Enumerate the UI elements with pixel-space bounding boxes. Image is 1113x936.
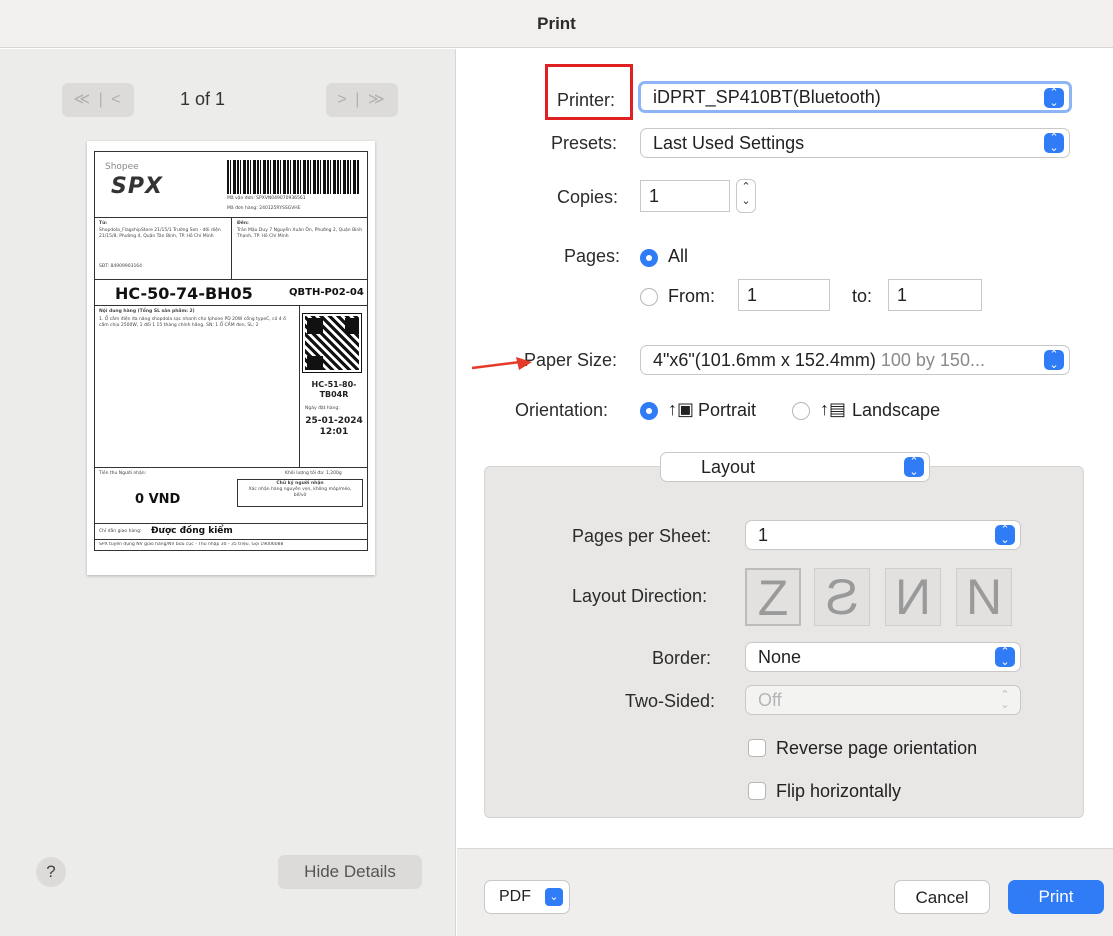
printer-highlight-box (545, 64, 633, 120)
help-button[interactable]: ? (36, 857, 66, 887)
paper-size-select[interactable]: 4"x6"(101.6mm x 152.4mm) 100 by 150... ⌃… (640, 345, 1070, 375)
pdf-label: PDF (499, 888, 531, 905)
layout-direction-reverse-z[interactable]: Ƨ (814, 568, 870, 626)
layout-direction-n[interactable]: N (956, 568, 1012, 626)
cod-value: 0 VND (135, 492, 181, 507)
pages-to-field[interactable]: 1 (888, 279, 982, 311)
two-sided-value: Off (758, 690, 782, 710)
pages-per-sheet-select[interactable]: 1 ⌃ ⌄ (745, 520, 1021, 550)
pages-per-sheet-label: Pages per Sheet: (572, 526, 712, 546)
printer-select[interactable]: iDPRT_SP410BT(Bluetooth) ⌃ ⌄ (638, 81, 1072, 113)
contents-heading: Nội dung hàng (Tổng SL sản phẩm: 2) (99, 309, 195, 314)
recipient-address: Trần Mậu Duy 7 Nguyễn Xuân Ôn, Phường 2,… (237, 228, 363, 239)
copies-field[interactable]: 1 (640, 180, 730, 212)
weight-label: Khối lượng tối đa: 1,200g (285, 471, 342, 476)
reverse-orientation-checkbox[interactable] (748, 739, 766, 757)
pdf-menu-button[interactable]: PDF ⌄ (484, 880, 570, 914)
cod-label: Tiền thu Người nhận: (99, 471, 147, 476)
hide-details-button[interactable]: Hide Details (278, 855, 422, 889)
signature-note: Xác nhận hàng nguyên vẹn, không móp/méo,… (248, 487, 352, 498)
order-number: Mã đơn hàng: 240125RYSSGVHE (227, 206, 301, 211)
to-heading: Đến: (237, 221, 249, 226)
first-previous-page-button[interactable]: ≪ | < (62, 83, 134, 117)
chevron-updown-icon: ⌃ ⌄ (995, 525, 1015, 546)
waybill-number: Mã vận đơn: SPXVN049070936561 (227, 196, 306, 201)
border-label: Border: (652, 648, 712, 668)
section-select[interactable]: Layout ⌃ ⌄ (660, 452, 930, 482)
reverse-orientation-label: Reverse page orientation (776, 738, 978, 758)
shipping-label: Shopee SPX Mã vận đơn: SPXVN049070936561… (94, 151, 368, 551)
qr-code (302, 313, 362, 373)
pages-all-label: All (668, 246, 689, 266)
sender-address: Shopdola_FlagshipStore 21/15/1 Trường Sơ… (99, 228, 221, 239)
paper-size-value: 4"x6"(101.6mm x 152.4mm) (653, 350, 876, 370)
route-code: HC-50-74-BH05 (115, 284, 253, 303)
landscape-icon: ↑▤ (820, 399, 847, 419)
chevron-updown-icon: ⌃ ⌄ (1044, 350, 1064, 371)
chevron-updown-icon: ⌃ ⌄ (1000, 689, 1010, 711)
copies-label: Copies: (557, 187, 619, 207)
orientation-portrait-radio[interactable] (640, 402, 658, 420)
flip-horizontally-checkbox[interactable] (748, 782, 766, 800)
presets-select[interactable]: Last Used Settings ⌃ ⌄ (640, 128, 1070, 158)
from-heading: Từ: (99, 221, 108, 226)
hub-code: QBTH-P02-04 (289, 287, 364, 298)
two-sided-select[interactable]: Off ⌃ ⌄ (745, 685, 1021, 715)
flip-horizontally-label: Flip horizontally (776, 781, 902, 801)
chevron-down-icon: ⌄ (545, 888, 563, 906)
two-sided-label: Two-Sided: (625, 691, 716, 711)
sort-code: HC-51-80-TB04R (311, 380, 357, 399)
pages-label: Pages: (564, 246, 621, 266)
spx-logo: SPX (111, 174, 163, 199)
red-arrow-annotation (471, 357, 532, 370)
border-value: None (758, 647, 802, 667)
order-time: 12:01 (319, 427, 349, 437)
pages-all-radio[interactable] (640, 249, 658, 267)
presets-value: Last Used Settings (653, 133, 805, 153)
chevron-updown-icon: ⌃ ⌄ (904, 457, 924, 478)
paper-size-detail: 100 by 150... (880, 350, 985, 370)
border-select[interactable]: None ⌃ ⌄ (745, 642, 1021, 672)
order-date-label: Ngày đặt hàng: (305, 406, 340, 411)
page-counter: 1 of 1 (180, 89, 226, 109)
cancel-button[interactable]: Cancel (894, 880, 990, 914)
chevron-updown-icon: ⌃ ⌄ (995, 647, 1015, 668)
layout-direction-reverse-n[interactable]: И (885, 568, 941, 626)
printer-value: iDPRT_SP410BT(Bluetooth) (653, 87, 881, 107)
contents-text: 1. Ổ cắm điện đa năng shopdola sạc nhanh… (99, 317, 286, 328)
inspect-value: Được đồng kiểm (151, 526, 233, 536)
pages-from-label: From: (668, 286, 715, 306)
orientation-portrait-label: Portrait (698, 400, 757, 420)
pages-per-sheet-value: 1 (758, 525, 769, 545)
orientation-landscape-radio[interactable] (792, 402, 810, 420)
shopee-brand: Shopee (105, 162, 139, 172)
portrait-icon: ↑▣ (668, 399, 695, 419)
layout-direction-z[interactable]: Z (745, 568, 801, 626)
window-title: Print (537, 14, 576, 33)
pages-to-label: to: (852, 286, 873, 306)
copies-stepper[interactable]: ⌃ ⌄ (736, 179, 756, 213)
chevron-updown-icon: ⌃ ⌄ (1044, 88, 1064, 109)
order-date: 25-01-2024 (305, 416, 363, 426)
title-bar: Print (0, 0, 1113, 48)
orientation-landscape-label: Landscape (852, 400, 941, 420)
waybill-barcode (227, 160, 359, 194)
sender-phone: SĐT: 84909903164 (99, 264, 143, 269)
layout-direction-label: Layout Direction: (572, 586, 708, 606)
label-footer: SPX tuyển dụng NV giao hàng/NV bưu cục -… (99, 542, 284, 547)
preview-pane: ≪ | < 1 of 1 > | ≫ Shopee SPX Mã vận đơn… (0, 49, 456, 936)
chevron-updown-icon: ⌃ ⌄ (1044, 133, 1064, 154)
orientation-label: Orientation: (515, 400, 609, 420)
page-preview: Shopee SPX Mã vận đơn: SPXVN049070936561… (87, 141, 375, 575)
inspect-label: Chỉ dẫn giao hàng: (99, 529, 142, 534)
print-button[interactable]: Print (1008, 880, 1104, 914)
pages-range-radio[interactable] (640, 288, 658, 306)
section-select-value: Layout (701, 457, 756, 477)
next-last-page-button[interactable]: > | ≫ (326, 83, 398, 117)
pages-from-field[interactable]: 1 (738, 279, 830, 311)
presets-label: Presets: (551, 133, 618, 153)
